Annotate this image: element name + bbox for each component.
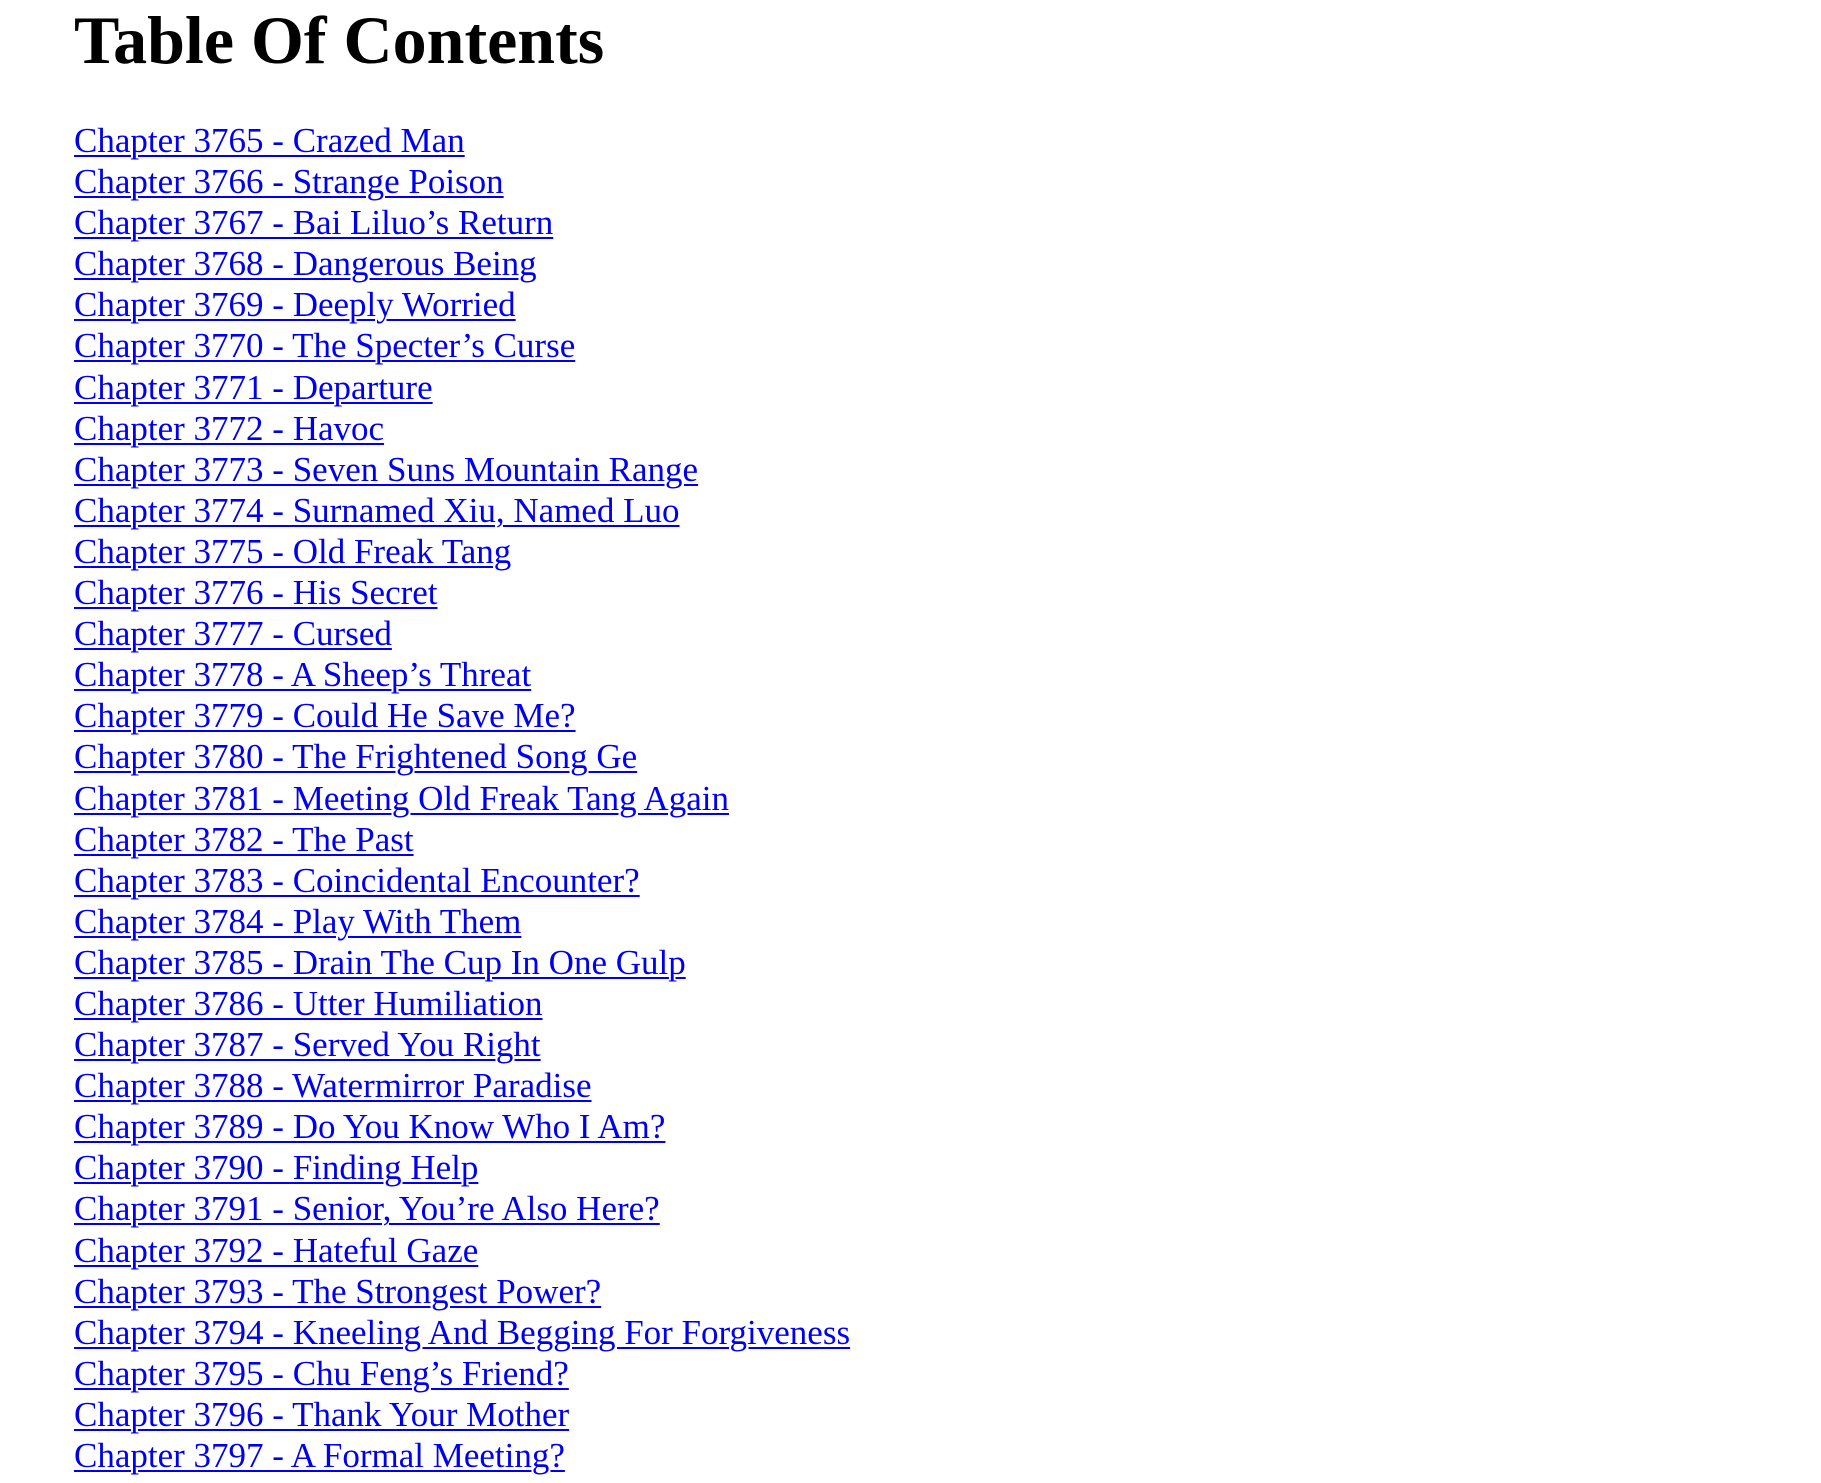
chapter-link-3796[interactable]: Chapter 3796 - Thank Your Mother: [74, 1395, 569, 1434]
list-item: Chapter 3770 - The Specter’s Curse: [74, 325, 850, 366]
list-item: Chapter 3791 - Senior, You’re Also Here?: [74, 1188, 850, 1229]
list-item: Chapter 3782 - The Past: [74, 819, 850, 860]
list-item: Chapter 3793 - The Strongest Power?: [74, 1271, 850, 1312]
chapter-link-3795[interactable]: Chapter 3795 - Chu Feng’s Friend?: [74, 1354, 569, 1393]
list-item: Chapter 3777 - Cursed: [74, 613, 850, 654]
list-item: Chapter 3767 - Bai Liluo’s Return: [74, 202, 850, 243]
chapter-link-3771[interactable]: Chapter 3771 - Departure: [74, 368, 433, 407]
list-item: Chapter 3794 - Kneeling And Begging For …: [74, 1312, 850, 1353]
chapter-link-3768[interactable]: Chapter 3768 - Dangerous Being: [74, 244, 537, 283]
chapter-link-3790[interactable]: Chapter 3790 - Finding Help: [74, 1148, 478, 1187]
chapter-link-3770[interactable]: Chapter 3770 - The Specter’s Curse: [74, 326, 575, 365]
list-item: Chapter 3781 - Meeting Old Freak Tang Ag…: [74, 778, 850, 819]
list-item: Chapter 3768 - Dangerous Being: [74, 243, 850, 284]
list-item: Chapter 3784 - Play With Them: [74, 901, 850, 942]
chapter-list: Chapter 3765 - Crazed Man Chapter 3766 -…: [74, 120, 850, 1476]
chapter-link-3797[interactable]: Chapter 3797 - A Formal Meeting?: [74, 1436, 565, 1475]
chapter-link-3774[interactable]: Chapter 3774 - Surnamed Xiu, Named Luo: [74, 491, 680, 530]
chapter-link-3777[interactable]: Chapter 3777 - Cursed: [74, 614, 392, 653]
list-item: Chapter 3785 - Drain The Cup In One Gulp: [74, 942, 850, 983]
list-item: Chapter 3786 - Utter Humiliation: [74, 983, 850, 1024]
chapter-link-3776[interactable]: Chapter 3776 - His Secret: [74, 573, 438, 612]
list-item: Chapter 3792 - Hateful Gaze: [74, 1230, 850, 1271]
list-item: Chapter 3765 - Crazed Man: [74, 120, 850, 161]
chapter-link-3767[interactable]: Chapter 3767 - Bai Liluo’s Return: [74, 203, 553, 242]
list-item: Chapter 3775 - Old Freak Tang: [74, 531, 850, 572]
list-item: Chapter 3787 - Served You Right: [74, 1024, 850, 1065]
chapter-link-3778[interactable]: Chapter 3778 - A Sheep’s Threat: [74, 655, 531, 694]
list-item: Chapter 3797 - A Formal Meeting?: [74, 1435, 850, 1476]
chapter-link-3791[interactable]: Chapter 3791 - Senior, You’re Also Here?: [74, 1189, 660, 1228]
chapter-link-3783[interactable]: Chapter 3783 - Coincidental Encounter?: [74, 861, 640, 900]
list-item: Chapter 3789 - Do You Know Who I Am?: [74, 1106, 850, 1147]
list-item: Chapter 3771 - Departure: [74, 367, 850, 408]
chapter-link-3775[interactable]: Chapter 3775 - Old Freak Tang: [74, 532, 511, 571]
chapter-link-3780[interactable]: Chapter 3780 - The Frightened Song Ge: [74, 737, 637, 776]
chapter-link-3794[interactable]: Chapter 3794 - Kneeling And Begging For …: [74, 1313, 850, 1352]
chapter-link-3779[interactable]: Chapter 3779 - Could He Save Me?: [74, 696, 576, 735]
chapter-link-3788[interactable]: Chapter 3788 - Watermirror Paradise: [74, 1066, 591, 1105]
list-item: Chapter 3783 - Coincidental Encounter?: [74, 860, 850, 901]
chapter-link-3766[interactable]: Chapter 3766 - Strange Poison: [74, 162, 504, 201]
chapter-link-3769[interactable]: Chapter 3769 - Deeply Worried: [74, 285, 516, 324]
list-item: Chapter 3790 - Finding Help: [74, 1147, 850, 1188]
chapter-link-3789[interactable]: Chapter 3789 - Do You Know Who I Am?: [74, 1107, 665, 1146]
list-item: Chapter 3773 - Seven Suns Mountain Range: [74, 449, 850, 490]
chapter-link-3772[interactable]: Chapter 3772 - Havoc: [74, 409, 384, 448]
page-title: Table Of Contents: [74, 2, 605, 78]
list-item: Chapter 3772 - Havoc: [74, 408, 850, 449]
chapter-link-3781[interactable]: Chapter 3781 - Meeting Old Freak Tang Ag…: [74, 779, 729, 818]
chapter-link-3786[interactable]: Chapter 3786 - Utter Humiliation: [74, 984, 543, 1023]
chapter-link-3765[interactable]: Chapter 3765 - Crazed Man: [74, 121, 465, 160]
list-item: Chapter 3778 - A Sheep’s Threat: [74, 654, 850, 695]
chapter-link-3773[interactable]: Chapter 3773 - Seven Suns Mountain Range: [74, 450, 698, 489]
chapter-link-3787[interactable]: Chapter 3787 - Served You Right: [74, 1025, 541, 1064]
chapter-link-3784[interactable]: Chapter 3784 - Play With Them: [74, 902, 521, 941]
list-item: Chapter 3774 - Surnamed Xiu, Named Luo: [74, 490, 850, 531]
list-item: Chapter 3769 - Deeply Worried: [74, 284, 850, 325]
chapter-link-3785[interactable]: Chapter 3785 - Drain The Cup In One Gulp: [74, 943, 686, 982]
list-item: Chapter 3788 - Watermirror Paradise: [74, 1065, 850, 1106]
list-item: Chapter 3766 - Strange Poison: [74, 161, 850, 202]
list-item: Chapter 3780 - The Frightened Song Ge: [74, 736, 850, 777]
chapter-link-3793[interactable]: Chapter 3793 - The Strongest Power?: [74, 1272, 601, 1311]
toc-page: Table Of Contents Chapter 3765 - Crazed …: [74, 0, 1821, 1475]
list-item: Chapter 3776 - His Secret: [74, 572, 850, 613]
list-item: Chapter 3796 - Thank Your Mother: [74, 1394, 850, 1435]
list-item: Chapter 3779 - Could He Save Me?: [74, 695, 850, 736]
chapter-link-3792[interactable]: Chapter 3792 - Hateful Gaze: [74, 1231, 478, 1270]
list-item: Chapter 3795 - Chu Feng’s Friend?: [74, 1353, 850, 1394]
chapter-link-3782[interactable]: Chapter 3782 - The Past: [74, 820, 414, 859]
